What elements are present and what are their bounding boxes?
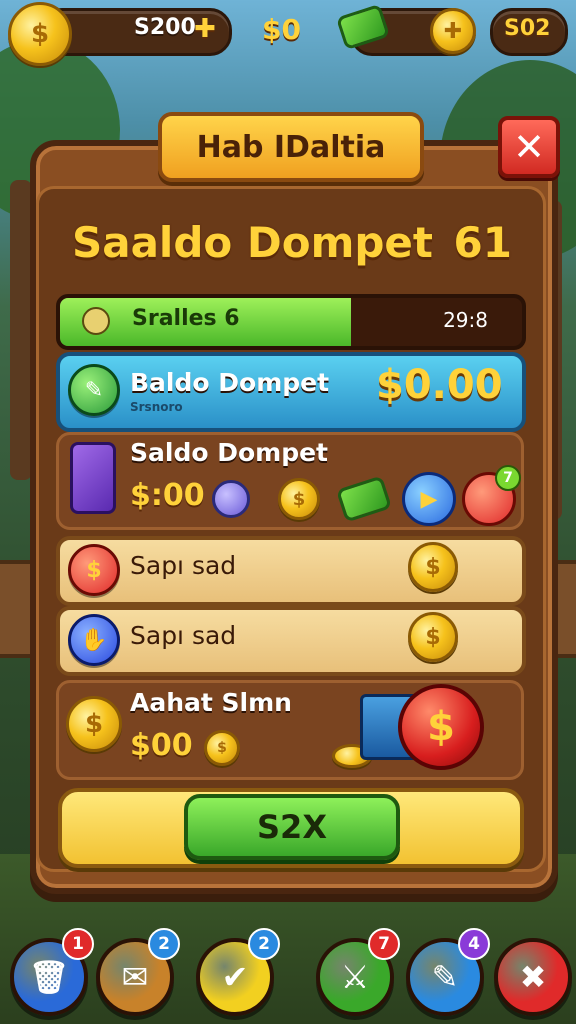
- progress-label: Sralles 6: [132, 306, 240, 331]
- coin-stack-icon: $: [66, 696, 122, 752]
- gold-coin-icon: $: [8, 2, 72, 66]
- trash-icon: 🗑: [28, 958, 70, 996]
- nav-badge: 2: [248, 928, 280, 960]
- shop-label: Aahat Slmn: [130, 688, 292, 717]
- progress-timer: 29:8: [443, 308, 488, 332]
- reward-label: Sapı sad: [130, 621, 237, 650]
- key-icon: [82, 307, 110, 335]
- scroll-icon: ✉: [121, 958, 149, 996]
- inventory-label: Saldo Dompet: [130, 438, 328, 467]
- sword-icon: ⚔: [340, 958, 370, 996]
- coin-icon: $: [204, 730, 240, 766]
- reward-label: Sapı sad: [130, 551, 237, 580]
- add-coins-icon[interactable]: ✚: [194, 14, 216, 44]
- inventory-badge: 7: [495, 465, 521, 491]
- broom-icon: ✎: [431, 958, 459, 996]
- nav-badge: 4: [458, 928, 490, 960]
- nav-badge: 7: [368, 928, 400, 960]
- claim-button[interactable]: S2X: [184, 794, 400, 860]
- wrench-icon: ✎: [68, 364, 120, 416]
- close-button[interactable]: ✕: [498, 116, 560, 178]
- purple-chip-icon: [212, 480, 250, 518]
- cash-value: $0: [262, 13, 301, 46]
- balance-amount: $0.00: [376, 362, 503, 408]
- coin-icon[interactable]: $: [408, 612, 458, 662]
- shop-amount: $00: [130, 728, 193, 763]
- nav-badge: 2: [148, 928, 180, 960]
- blue-hand-icon: ✋: [68, 614, 120, 666]
- check-icon: ✔: [221, 958, 249, 996]
- red-orb-icon[interactable]: 7: [462, 465, 521, 526]
- nav-badge: 1: [62, 928, 94, 960]
- panel-heading-number: 61: [453, 217, 512, 267]
- coin-icon[interactable]: $: [408, 542, 458, 592]
- panel-heading: Saaldo Dompet 61: [72, 212, 512, 272]
- balance-sublabel: Srsnoro: [130, 400, 183, 414]
- progress-bar: Sralles 6 29:8: [56, 294, 526, 350]
- close-icon: ✕: [513, 125, 545, 169]
- panel-tab-title: Hab IDaltia: [196, 129, 386, 165]
- inventory-amount: $:00: [130, 478, 205, 513]
- panel-title-tab: Hab IDaltia: [158, 112, 424, 182]
- cancel-icon: ✖: [519, 958, 547, 996]
- red-dollar-icon: $: [68, 544, 120, 596]
- gems-value: S02: [504, 16, 551, 41]
- panel-heading-text: Saaldo Dompet: [72, 217, 433, 267]
- purple-chest-icon: [70, 442, 116, 514]
- coin-icon: $: [278, 478, 320, 520]
- play-orb-icon[interactable]: ▶: [402, 472, 456, 526]
- red-dollar-orb-icon[interactable]: $: [398, 684, 484, 770]
- nav-button-5[interactable]: ✖: [494, 938, 572, 1016]
- coins-value: S200: [134, 15, 196, 40]
- balance-label: Baldo Dompet: [130, 368, 330, 397]
- add-cash-icon[interactable]: ✚: [430, 8, 476, 54]
